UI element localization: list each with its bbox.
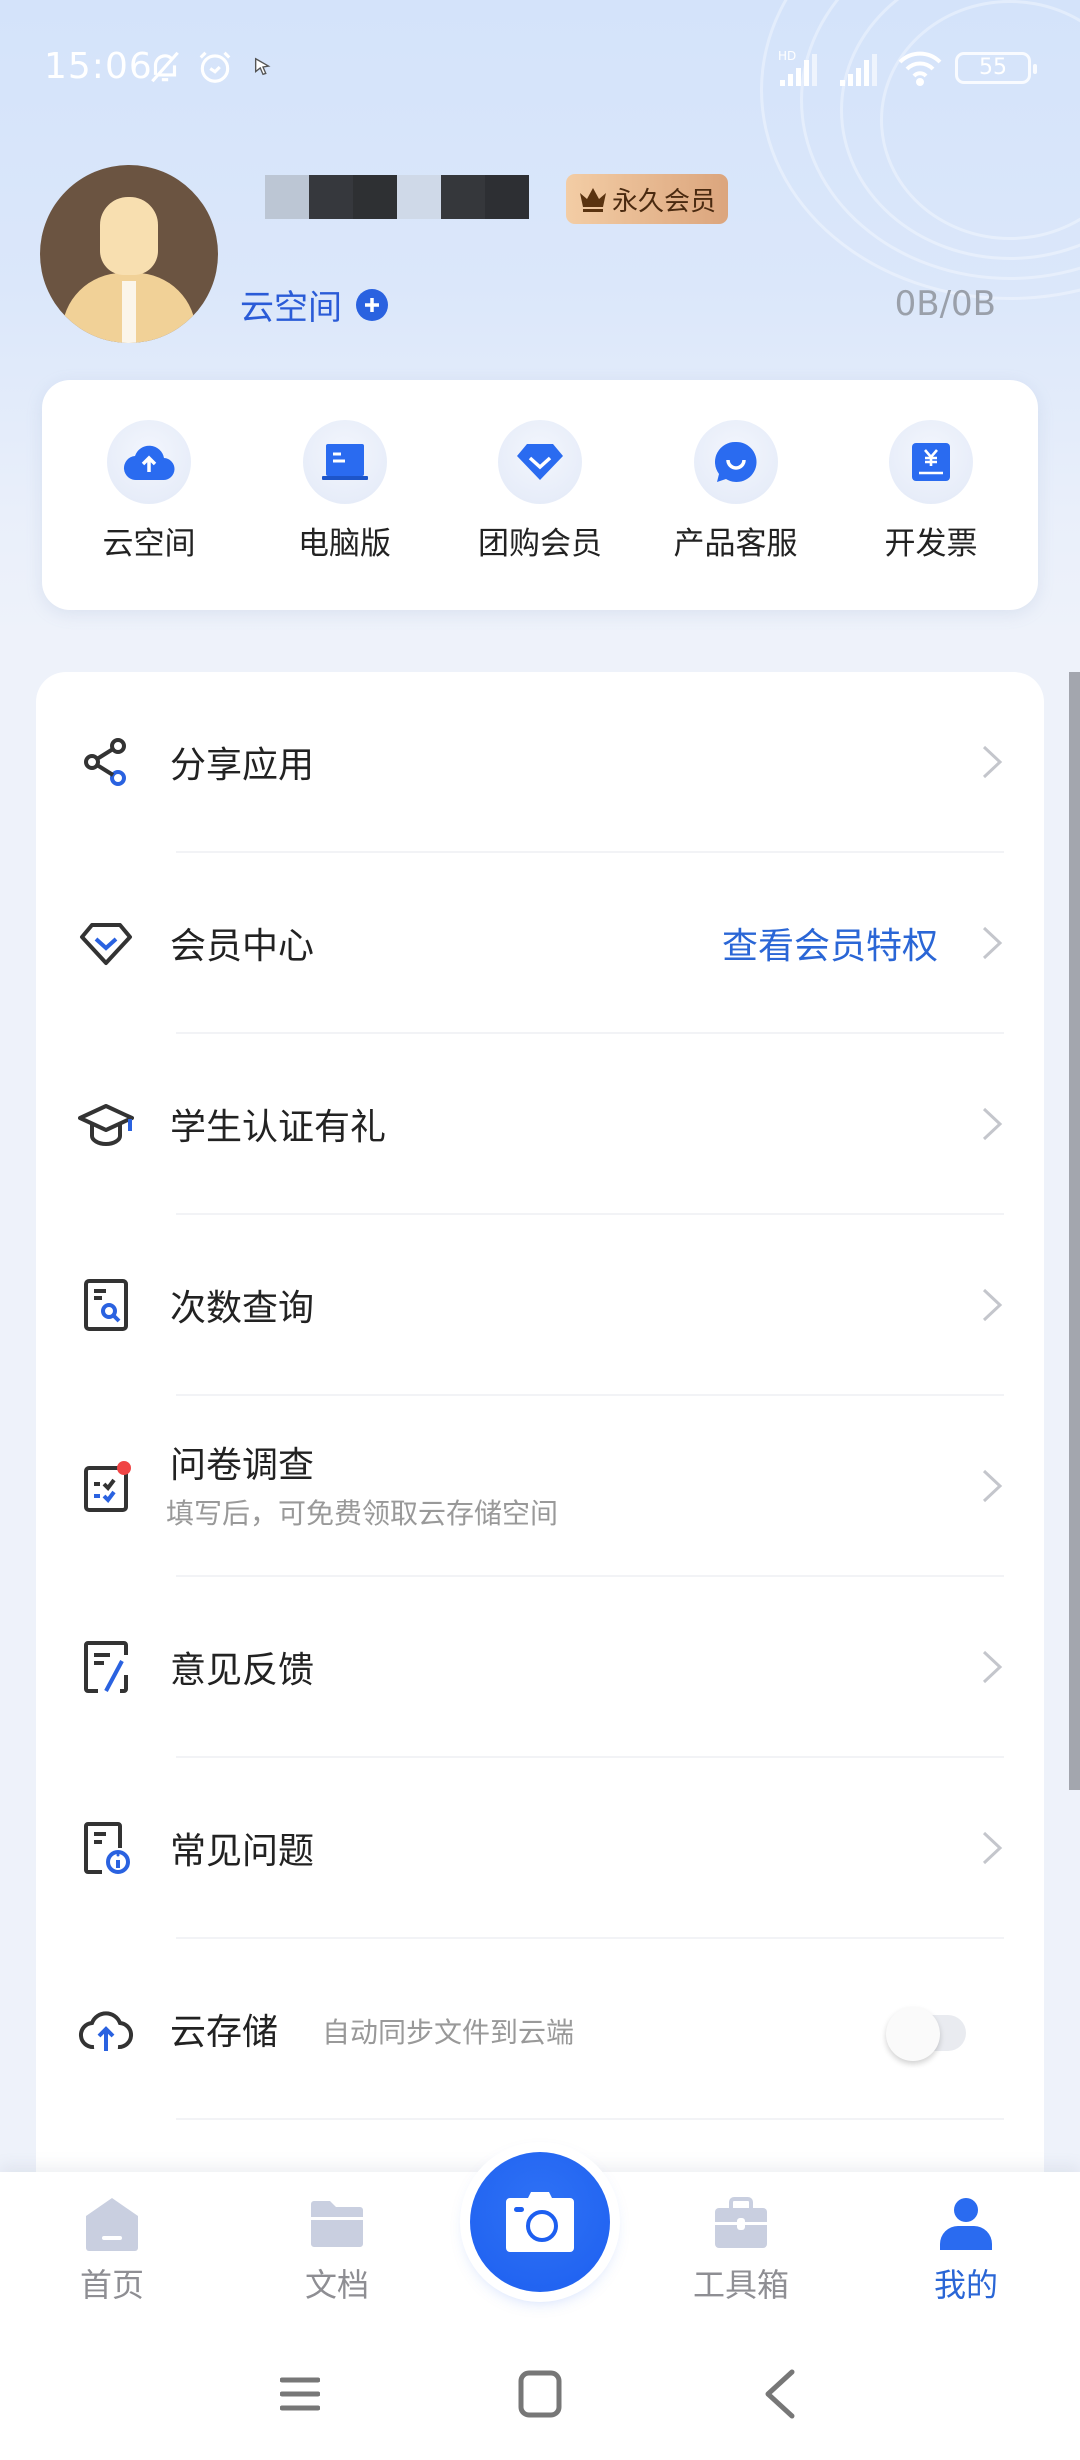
tab-home[interactable]: 首页: [32, 2172, 192, 2324]
menu-label: 云存储: [170, 2012, 279, 2053]
toolbox-icon: [715, 2197, 767, 2248]
menu-lines-icon: [280, 2377, 320, 2411]
tab-me[interactable]: 我的: [886, 2172, 1046, 2324]
chevron-right-icon: [982, 1107, 1003, 1141]
membership-badge: 永久会员: [566, 174, 729, 224]
recent-apps-button[interactable]: [270, 2364, 330, 2424]
menu-item-student-verification[interactable]: 学生认证有礼: [36, 1034, 1044, 1215]
quick-action-desktop[interactable]: 电脑版: [250, 420, 440, 610]
tab-label: 工具箱: [692, 2266, 789, 2304]
crown-icon: [580, 188, 606, 212]
diamond-icon: [517, 444, 563, 480]
tab-label: 首页: [79, 2266, 144, 2304]
menu-label: 问卷调查: [170, 1445, 315, 1486]
status-time: 15:06: [44, 46, 153, 87]
menu-label: 意见反馈: [170, 1650, 315, 1691]
tab-label: 文档: [304, 2266, 369, 2304]
battery-icon: 55: [955, 52, 1037, 84]
menu-label: 次数查询: [170, 1288, 315, 1329]
quick-action-label: 云空间: [102, 526, 196, 562]
quick-action-group-membership[interactable]: 团购会员: [445, 420, 635, 610]
cloud-space-link[interactable]: 云空间: [240, 280, 388, 329]
folder-icon: [311, 2201, 363, 2247]
quick-action-label: 开发票: [884, 526, 978, 562]
chevron-right-icon: [982, 1288, 1003, 1322]
alarm-icon: [196, 48, 234, 90]
diamond-outline-icon: [80, 923, 132, 965]
menu-sublabel: 自动同步文件到云端: [322, 2016, 575, 2049]
home-icon: [86, 2198, 138, 2251]
menu-list: 分享应用 会员中心 查看会员特权 学生认证有礼 次数查询 问卷调查 填写后，可免…: [36, 672, 1044, 2192]
square-icon: [518, 2370, 562, 2418]
quick-action-label: 团购会员: [478, 526, 602, 562]
avatar[interactable]: [40, 165, 218, 343]
menu-label: 常见问题: [170, 1831, 315, 1872]
tab-label: 我的: [933, 2266, 998, 2304]
invoice-yen-icon: [912, 443, 950, 481]
document-search-icon: [84, 1279, 128, 1331]
scrollbar[interactable]: [1069, 672, 1080, 1790]
svg-text:HD: HD: [778, 49, 796, 63]
cloud-upload-outline-icon: [79, 2011, 133, 2051]
back-button[interactable]: [750, 2364, 810, 2424]
quick-action-customer-service[interactable]: 产品客服: [641, 420, 831, 610]
hd-signal-icon: HD: [778, 48, 834, 92]
tab-documents[interactable]: 文档: [257, 2172, 417, 2324]
menu-item-faq[interactable]: 常见问题: [36, 1758, 1044, 1939]
quick-action-invoice[interactable]: 开发票: [836, 420, 1026, 610]
menu-item-member-center[interactable]: 会员中心 查看会员特权: [36, 853, 1044, 1034]
home-button[interactable]: [510, 2364, 570, 2424]
camera-icon: [506, 2192, 574, 2252]
menu-item-survey[interactable]: 问卷调查 填写后，可免费领取云存储空间: [36, 1396, 1044, 1577]
quick-action-label: 产品客服: [673, 526, 798, 562]
view-member-privileges-link[interactable]: 查看会员特权: [722, 917, 938, 969]
menu-item-cloud-storage: 云存储 自动同步文件到云端: [36, 1939, 1044, 2120]
menu-label: 会员中心: [170, 926, 315, 967]
wifi-icon: [896, 48, 944, 92]
quick-action-cloud-space[interactable]: 云空间: [54, 420, 244, 610]
chevron-right-icon: [982, 1650, 1003, 1684]
chevron-right-icon: [982, 1469, 1003, 1503]
cloud-sync-toggle[interactable]: [882, 2005, 972, 2061]
back-arrow-icon: [765, 2369, 795, 2419]
menu-item-usage-query[interactable]: 次数查询: [36, 1215, 1044, 1396]
menu-label: 学生认证有礼: [170, 1107, 387, 1148]
menu-label: 分享应用: [170, 745, 315, 786]
storage-usage: 0B/0B: [894, 284, 996, 324]
chevron-right-icon: [982, 1831, 1003, 1865]
menu-item-feedback[interactable]: 意见反馈: [36, 1577, 1044, 1758]
cursor-icon: [252, 56, 274, 82]
username-redacted: [265, 175, 529, 219]
menu-item-share-app[interactable]: 分享应用: [36, 672, 1044, 853]
survey-checklist-icon: [84, 1461, 131, 1512]
cloud-space-label: 云空间: [240, 288, 342, 328]
profile-icon: [940, 2198, 992, 2250]
badge-label: 永久会员: [612, 186, 717, 217]
menu-sublabel: 填写后，可免费领取云存储空间: [166, 1497, 559, 1530]
laptop-icon: [321, 444, 368, 480]
share-icon: [84, 738, 126, 786]
faq-document-icon: [84, 1822, 130, 1874]
feedback-edit-icon: [84, 1641, 128, 1693]
graduation-cap-icon: [78, 1104, 134, 1147]
chevron-right-icon: [982, 926, 1003, 960]
plus-icon[interactable]: [356, 288, 388, 321]
signal-icon: [838, 48, 886, 92]
quick-action-label: 电脑版: [298, 526, 391, 562]
cloud-upload-icon: [123, 445, 175, 481]
chevron-right-icon: [982, 745, 1003, 779]
camera-button[interactable]: [470, 2152, 610, 2292]
chat-bubble-icon: [714, 441, 757, 482]
tab-toolbox[interactable]: 工具箱: [661, 2172, 821, 2324]
mute-bell-icon: [146, 48, 184, 90]
system-navigation-bar: [0, 2324, 1080, 2460]
status-bar: 15:06 HD 55: [0, 0, 1080, 130]
quick-actions-card: 云空间 电脑版 团购会员 产品客服 开发票: [42, 380, 1038, 610]
